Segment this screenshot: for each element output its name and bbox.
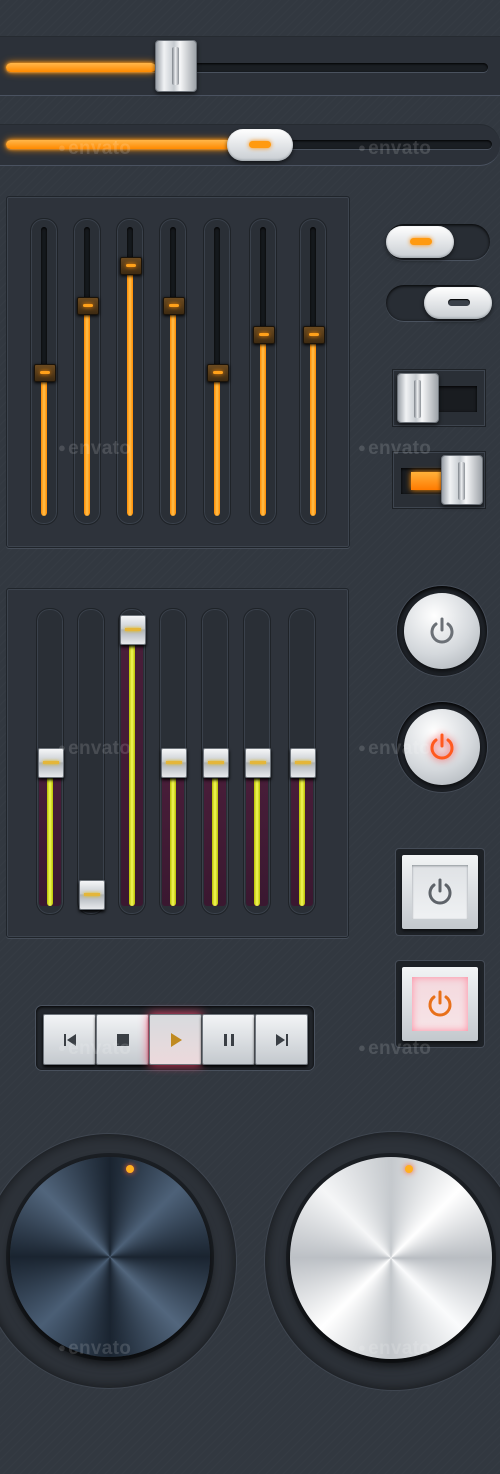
watermark: envato	[58, 738, 131, 760]
eq-yellow-fill	[299, 761, 305, 906]
toggle-off-led	[448, 299, 470, 306]
knob-light[interactable]	[290, 1157, 492, 1359]
watermark: envato	[358, 738, 431, 760]
eq-yellow-fill	[129, 628, 135, 906]
eq-orange-slider-1[interactable]	[30, 218, 58, 525]
eq-orange-thumb[interactable]	[163, 297, 185, 316]
pill-toggle-on-thumb	[386, 226, 454, 258]
slider-2-thumb[interactable]	[227, 129, 293, 161]
power-square-on-body	[402, 967, 478, 1041]
power-round-off[interactable]	[397, 586, 487, 676]
slider-1-track[interactable]	[6, 63, 488, 72]
power-icon	[428, 878, 452, 905]
eq-yellow-thumb[interactable]	[245, 747, 271, 778]
eq-orange-track	[260, 227, 266, 516]
power-square-off[interactable]	[396, 849, 484, 935]
slider-2-led	[249, 141, 271, 148]
eq-yellow-slider-5[interactable]	[201, 608, 229, 915]
power-square-on[interactable]	[396, 961, 484, 1047]
eq-orange-fill	[214, 371, 220, 516]
square-toggle-on-thumb	[441, 455, 483, 505]
power-square-off-body	[402, 855, 478, 929]
square-toggle-off-thumb	[397, 373, 439, 423]
eq-orange-track	[310, 227, 316, 516]
eq-orange-fill	[41, 371, 47, 516]
watermark: envato	[58, 1038, 131, 1060]
toggle-on-led	[410, 238, 432, 245]
eq-orange-slider-4[interactable]	[159, 218, 187, 525]
eq-orange-fill	[127, 264, 133, 516]
eq-yellow-thumb[interactable]	[203, 747, 229, 778]
power-square-on-face	[412, 977, 468, 1031]
eq-orange-fill	[170, 305, 176, 516]
eq-yellow-slider-3[interactable]	[118, 608, 146, 915]
eq-orange-slider-3[interactable]	[116, 218, 144, 525]
pause-button[interactable]	[202, 1014, 255, 1065]
eq-yellow-thumb[interactable]	[161, 747, 187, 778]
eq-orange-thumb[interactable]	[77, 297, 99, 316]
eq-yellow-thumb[interactable]	[290, 747, 316, 778]
slider-1-thumb[interactable]	[155, 40, 197, 92]
eq-orange-slider-2[interactable]	[73, 218, 101, 525]
slider-1-fill	[6, 63, 156, 72]
power-square-off-face	[412, 865, 468, 919]
play-button[interactable]	[149, 1014, 202, 1065]
pill-toggle-off-thumb	[424, 287, 492, 319]
power-icon	[430, 617, 454, 644]
eq-yellow-fill	[170, 761, 176, 906]
eq-orange-track	[170, 227, 176, 516]
eq-orange-thumb[interactable]	[34, 363, 56, 382]
eq-orange-thumb[interactable]	[253, 325, 275, 344]
square-toggle-off[interactable]	[392, 369, 486, 427]
eq-yellow-thumb[interactable]	[79, 880, 105, 911]
eq-orange-thumb[interactable]	[303, 325, 325, 344]
watermark: envato	[358, 138, 431, 160]
knob-dark-indicator	[126, 1165, 134, 1173]
eq-yellow-slider-2[interactable]	[77, 608, 105, 915]
eq-orange-slider-6[interactable]	[249, 218, 277, 525]
watermark: envato	[358, 1338, 431, 1360]
eq-orange-thumb[interactable]	[120, 256, 142, 275]
eq-orange-fill	[310, 333, 316, 516]
pause-icon	[223, 1033, 234, 1046]
eq-yellow-slider-6[interactable]	[243, 608, 271, 915]
eq-orange-thumb[interactable]	[207, 363, 229, 382]
watermark: envato	[58, 138, 131, 160]
eq-yellow-track	[129, 617, 135, 906]
square-toggle-on-light	[411, 472, 445, 490]
eq-orange-fill	[260, 333, 266, 516]
pill-toggle-off[interactable]	[386, 285, 492, 321]
next-icon	[275, 1033, 288, 1046]
eq-orange-slider-5[interactable]	[203, 218, 231, 525]
eq-yellow-slider-7[interactable]	[288, 608, 316, 915]
eq-yellow-track	[88, 617, 94, 906]
eq-orange-fill	[84, 305, 90, 516]
eq-yellow-fill	[47, 761, 53, 906]
knob-dark[interactable]	[10, 1157, 210, 1357]
eq-yellow-thumb[interactable]	[120, 614, 146, 645]
eq-orange-track	[84, 227, 90, 516]
power-icon	[428, 990, 452, 1017]
play-icon	[170, 1032, 182, 1047]
eq-yellow-slider-1[interactable]	[36, 608, 64, 915]
watermark: envato	[358, 1038, 431, 1060]
next-button[interactable]	[255, 1014, 308, 1065]
eq-yellow-fill	[212, 761, 218, 906]
power-round-off-face	[404, 593, 480, 669]
eq-yellow-slider-4[interactable]	[159, 608, 187, 915]
watermark: envato	[58, 438, 131, 460]
pill-toggle-on[interactable]	[386, 224, 490, 260]
eq-orange-slider-7[interactable]	[299, 218, 327, 525]
watermark: envato	[58, 1338, 131, 1360]
eq-yellow-fill	[254, 761, 260, 906]
watermark: envato	[358, 438, 431, 460]
knob-light-indicator	[405, 1165, 413, 1173]
